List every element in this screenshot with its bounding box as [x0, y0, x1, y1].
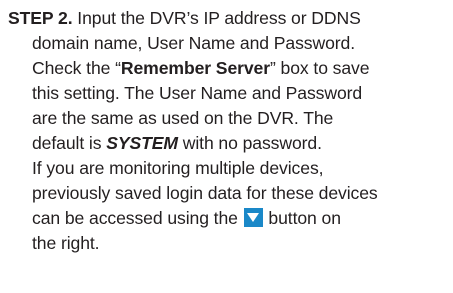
line-6-text-c: with no password. — [177, 133, 322, 153]
line-4-text: this setting. The User Name and Password — [32, 83, 363, 103]
line-3-text-c: ” box to save — [270, 58, 370, 78]
line-10-text: the right. — [32, 233, 100, 253]
default-username-term: SYSTEM — [106, 133, 178, 153]
line-6: default is SYSTEM with no password. — [8, 131, 448, 156]
step-label: STEP 2. — [8, 8, 73, 28]
line-7: If you are monitoring multiple devices, — [8, 156, 448, 181]
line-8-text: previously saved login data for these de… — [32, 183, 378, 203]
line-1: STEP 2. Input the DVR’s IP address or DD… — [8, 6, 448, 31]
line-10: the right. — [8, 231, 448, 256]
line-2-text: domain name, User Name and Password. — [32, 33, 356, 53]
line-3-text-a: Check the “ — [32, 58, 121, 78]
line-6-text-a: default is — [32, 133, 107, 153]
line-4: this setting. The User Name and Password — [8, 81, 448, 106]
line-1-text: Input the DVR’s IP address or DDNS — [72, 8, 361, 28]
line-7-text: If you are monitoring multiple devices, — [32, 158, 324, 178]
line-5: are the same as used on the DVR. The — [8, 106, 448, 131]
line-9: can be accessed using the button on — [8, 206, 448, 231]
line-3: Check the “Remember Server” box to save — [8, 56, 448, 81]
dropdown-arrow-icon — [243, 208, 263, 227]
step-2-instructions: STEP 2. Input the DVR’s IP address or DD… — [8, 6, 448, 256]
line-8: previously saved login data for these de… — [8, 181, 448, 206]
line-9-text-b: button on — [263, 208, 341, 228]
remember-server-term: Remember Server — [120, 58, 270, 78]
line-2: domain name, User Name and Password. — [8, 31, 448, 56]
line-9-text-a: can be accessed using the — [32, 208, 243, 228]
line-5-text: are the same as used on the DVR. The — [32, 108, 334, 128]
